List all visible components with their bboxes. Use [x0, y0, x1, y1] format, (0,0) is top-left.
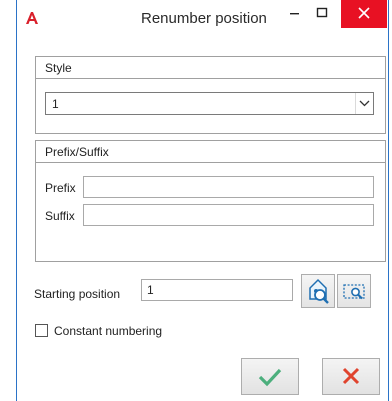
cross-icon: [342, 367, 360, 385]
starting-position-label: Starting position: [34, 287, 121, 301]
zoom-region-icon: [343, 284, 365, 300]
ok-button[interactable]: [241, 358, 299, 395]
dropdown-arrow[interactable]: [355, 93, 373, 114]
checkmark-icon: [258, 368, 282, 387]
starting-position-field[interactable]: [141, 279, 293, 301]
title-bar[interactable]: Renumber position: [17, 0, 388, 36]
style-group-title: Style: [45, 61, 72, 75]
window-title: Renumber position: [141, 10, 267, 27]
prefix-suffix-group-title: Prefix/Suffix: [45, 145, 109, 159]
suffix-field[interactable]: [83, 204, 374, 226]
constant-numbering-checkbox[interactable]: [35, 324, 48, 337]
close-button[interactable]: [341, 0, 387, 28]
constant-numbering-label: Constant numbering: [54, 324, 163, 338]
suffix-label: Suffix: [45, 209, 75, 223]
autocad-a-icon: [26, 12, 38, 24]
prefix-suffix-group-header: Prefix/Suffix: [36, 141, 385, 163]
renumber-position-dialog: Renumber position Style 1 Prefix/Suffix …: [16, 0, 389, 401]
style-group-header: Style: [36, 57, 385, 79]
prefix-label: Prefix: [45, 181, 76, 195]
cancel-button[interactable]: [322, 358, 380, 395]
maximize-button[interactable]: [305, 0, 339, 28]
style-group: Style 1: [35, 56, 386, 134]
style-select[interactable]: 1: [45, 92, 374, 115]
prefix-suffix-group: Prefix/Suffix Prefix Suffix: [35, 140, 386, 262]
zoom-region-button[interactable]: [337, 274, 371, 308]
maximize-icon: [316, 7, 328, 18]
select-object-icon: [309, 278, 329, 304]
select-object-button[interactable]: [301, 274, 335, 308]
style-select-value: 1: [52, 97, 59, 111]
chevron-down-icon: [359, 100, 370, 107]
close-icon: [358, 7, 370, 19]
prefix-field[interactable]: [83, 176, 374, 198]
